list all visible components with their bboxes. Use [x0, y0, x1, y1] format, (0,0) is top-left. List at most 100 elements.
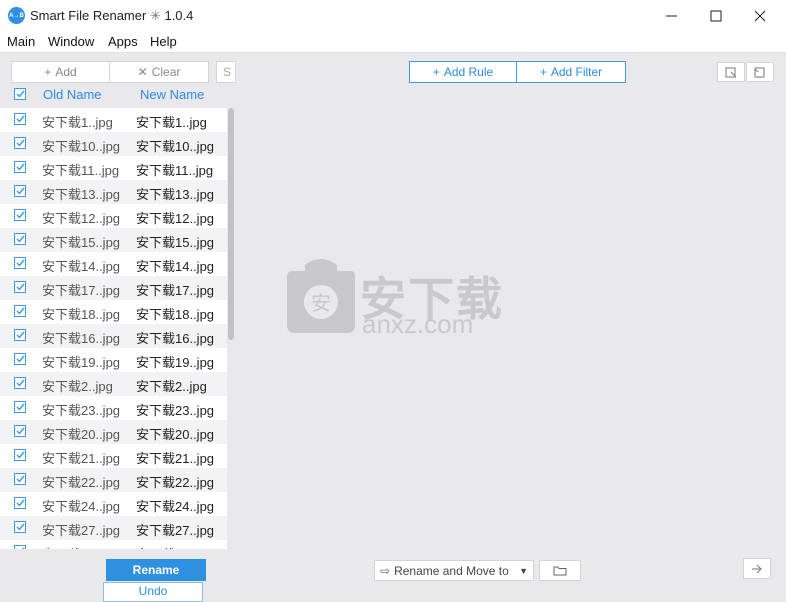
x-icon: ✕	[137, 65, 148, 79]
file-checkbox[interactable]	[14, 209, 26, 221]
file-row[interactable]: 安下载10..jpg 安下载10..jpg	[0, 132, 227, 156]
file-checkbox[interactable]	[14, 353, 26, 365]
file-row[interactable]: 安下载16..jpg 安下载16..jpg	[0, 324, 227, 348]
checkmark-icon	[21, 547, 25, 549]
file-checkbox[interactable]	[14, 257, 26, 269]
file-row[interactable]: 安下载23..jpg 安下载23..jpg	[0, 396, 227, 420]
old-name-header[interactable]: Old Name	[43, 87, 102, 102]
add-filter-button[interactable]: + Add Filter	[516, 61, 626, 83]
add-button[interactable]: + Add	[11, 61, 110, 83]
file-checkbox[interactable]	[14, 425, 26, 437]
clear-button[interactable]: ✕ Clear	[109, 61, 209, 83]
old-name-cell: 安下载11..jpg	[42, 163, 120, 178]
undo-button[interactable]: Undo	[103, 582, 203, 602]
file-checkbox[interactable]	[14, 329, 26, 341]
move-arrow-icon: ⇨	[380, 563, 391, 578]
maximize-button[interactable]	[694, 0, 738, 32]
file-checkbox[interactable]	[14, 449, 26, 461]
rename-button[interactable]: Rename	[106, 559, 206, 581]
add-rule-button[interactable]: + Add Rule	[409, 61, 517, 83]
new-name-cell: 安下载20..jpg	[136, 427, 215, 442]
new-name-header[interactable]: New Name	[140, 87, 204, 102]
file-row[interactable]: 安下载1..jpg 安下载1..jpg	[0, 108, 227, 132]
minimize-button[interactable]	[650, 0, 694, 32]
checkmark-icon	[16, 379, 25, 387]
title-bar: A→B Smart File Renamer ✳ 1.0.4	[0, 0, 786, 32]
checkmark-icon	[16, 307, 25, 315]
file-row[interactable]: 安下载17..jpg 安下载17..jpg	[0, 276, 227, 300]
file-row[interactable]: 安下载2..jpg 安下载2..jpg	[0, 372, 227, 396]
import-rules-button[interactable]	[717, 62, 745, 82]
export-icon	[754, 67, 765, 78]
file-row[interactable]: 安下载24..jpg 安下载24..jpg	[0, 492, 227, 516]
file-row[interactable]: 安下载26..jpg 安下载26..jpg	[0, 540, 227, 549]
file-row[interactable]: 安下载18..jpg 安下载18..jpg	[0, 300, 227, 324]
choose-folder-button[interactable]	[539, 560, 581, 581]
clear-label: Clear	[151, 65, 181, 79]
go-button[interactable]	[743, 558, 771, 579]
select-all-checkbox[interactable]	[14, 88, 26, 100]
file-list: 安下载1..jpg 安下载1..jpg 安下载10..jpg 安下载10..jpg 安下…	[0, 108, 227, 549]
file-checkbox[interactable]	[14, 113, 26, 125]
checkmark-icon	[16, 187, 25, 195]
file-checkbox[interactable]	[14, 185, 26, 197]
file-checkbox[interactable]	[14, 137, 26, 149]
file-row[interactable]: 安下载12..jpg 安下载12..jpg	[0, 204, 227, 228]
file-row[interactable]: 安下载19..jpg 安下载19..jpg	[0, 348, 227, 372]
file-checkbox[interactable]	[14, 281, 26, 293]
old-name-cell: 安下载16..jpg	[42, 331, 121, 346]
new-name-cell: 安下载21..jpg	[136, 451, 215, 466]
old-name-cell: 安下载24..jpg	[42, 499, 121, 514]
menu-window[interactable]: Window	[48, 34, 94, 49]
file-row[interactable]: 安下载27..jpg 安下载27..jpg	[0, 516, 227, 540]
file-checkbox[interactable]	[14, 497, 26, 509]
old-name-cell: 安下载17..jpg	[42, 283, 121, 298]
old-name-cell: 安下载27..jpg	[42, 523, 121, 538]
file-row[interactable]: 安下载15..jpg 安下载15..jpg	[0, 228, 227, 252]
file-row[interactable]: 安下载21..jpg 安下载21..jpg	[0, 444, 227, 468]
menu-help[interactable]: Help	[150, 34, 177, 49]
export-rules-button[interactable]	[746, 62, 774, 82]
old-name-cell: 安下载10..jpg	[42, 139, 121, 154]
file-checkbox[interactable]	[14, 377, 26, 389]
minimize-icon	[666, 15, 677, 17]
file-checkbox[interactable]	[14, 401, 26, 413]
checkmark-icon	[16, 211, 25, 219]
checkmark-icon	[16, 163, 25, 171]
file-list-scrollbar[interactable]	[228, 108, 234, 340]
app-name: Smart File Renamer	[30, 8, 147, 23]
old-name-cell: 安下载12..jpg	[42, 211, 121, 226]
move-mode-select[interactable]: ⇨ Rename and Move to ▼	[374, 560, 534, 581]
old-name-cell: 安下载14..jpg	[42, 259, 121, 274]
new-name-cell: 安下载11..jpg	[136, 163, 214, 178]
checkmark-icon	[16, 283, 25, 291]
file-row[interactable]: 安下载20..jpg 安下载20..jpg	[0, 420, 227, 444]
checkmark-icon	[16, 451, 25, 459]
checkmark-icon	[16, 355, 25, 363]
file-row[interactable]: 安下载11..jpg 安下载11..jpg	[0, 156, 227, 180]
checkmark-icon	[16, 115, 25, 123]
file-checkbox[interactable]	[14, 521, 26, 533]
watermark-shield-icon: 安	[285, 255, 357, 338]
import-icon	[725, 67, 737, 78]
menu-bar: Main Window Apps Help	[0, 32, 786, 52]
file-row[interactable]: 安下载14..jpg 安下载14..jpg	[0, 252, 227, 276]
close-button[interactable]	[738, 0, 782, 32]
search-input[interactable]: S	[216, 61, 236, 83]
file-checkbox[interactable]	[14, 305, 26, 317]
file-checkbox[interactable]	[14, 473, 26, 485]
file-checkbox[interactable]	[14, 233, 26, 245]
file-row[interactable]: 安下载13..jpg 安下载13..jpg	[0, 180, 227, 204]
menu-main[interactable]: Main	[7, 34, 35, 49]
modified-mark: ✳	[149, 8, 161, 23]
app-version: 1.0.4	[164, 8, 194, 23]
file-checkbox[interactable]	[14, 545, 26, 549]
watermark-domain: anxz.com	[362, 309, 474, 339]
file-row[interactable]: 安下载22..jpg 安下载22..jpg	[0, 468, 227, 492]
old-name-cell: 安下载21..jpg	[42, 451, 121, 466]
new-name-cell: 安下载13..jpg	[136, 187, 215, 202]
menu-apps[interactable]: Apps	[108, 34, 138, 49]
chevron-down-icon: ▼	[519, 565, 528, 576]
new-name-cell: 安下载23..jpg	[136, 403, 215, 418]
file-checkbox[interactable]	[14, 161, 26, 173]
